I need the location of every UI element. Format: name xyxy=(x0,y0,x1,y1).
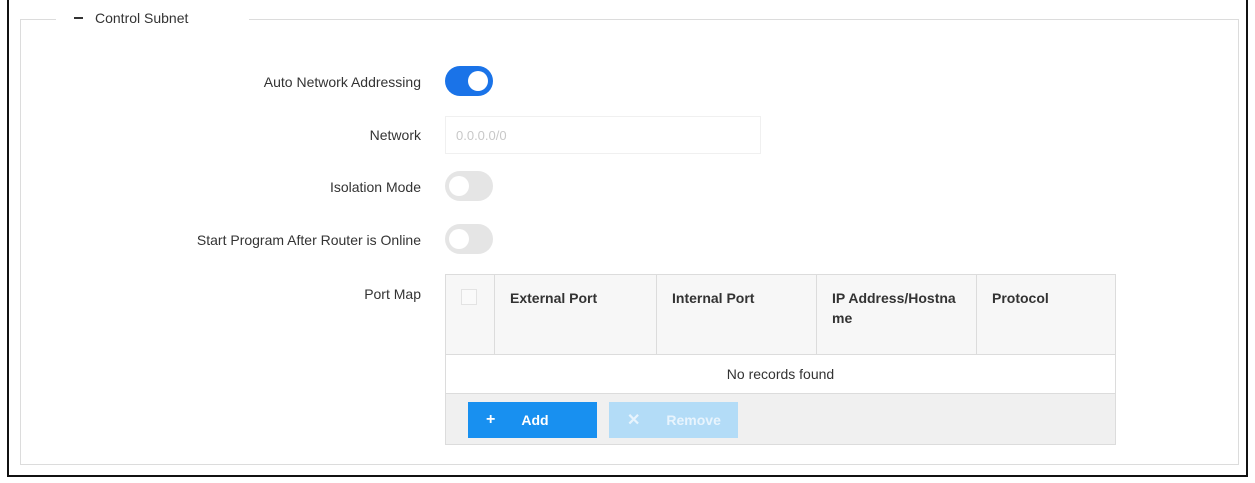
column-header-ip-address[interactable]: IP Address/Hostna me xyxy=(816,275,976,354)
toggle-knob xyxy=(468,71,488,91)
table-footer: + Add ✕ Remove xyxy=(446,394,1115,444)
x-icon: ✕ xyxy=(627,412,641,429)
isolation-mode-toggle[interactable] xyxy=(445,171,493,201)
section-title: Control Subnet xyxy=(95,10,189,26)
isolation-mode-label: Isolation Mode xyxy=(329,179,421,195)
select-all-checkbox[interactable] xyxy=(461,289,477,305)
network-label: Network xyxy=(369,127,421,143)
start-program-label: Start Program After Router is Online xyxy=(196,232,421,248)
start-program-toggle[interactable] xyxy=(445,224,493,254)
minus-icon[interactable] xyxy=(74,17,83,19)
table-header: External Port Internal Port IP Address/H… xyxy=(446,275,1115,355)
section-legend[interactable]: Control Subnet xyxy=(74,10,188,26)
add-button-label: Add xyxy=(521,412,549,428)
port-map-table: External Port Internal Port IP Address/H… xyxy=(445,274,1116,445)
auto-network-toggle[interactable] xyxy=(445,66,493,96)
empty-state: No records found xyxy=(446,355,1115,394)
column-header-protocol[interactable]: Protocol xyxy=(976,275,1115,354)
toggle-knob xyxy=(449,176,469,196)
auto-network-label: Auto Network Addressing xyxy=(263,74,421,90)
add-button[interactable]: + Add xyxy=(468,402,597,438)
remove-button-label: Remove xyxy=(666,412,721,428)
toggle-knob xyxy=(449,229,469,249)
column-header-internal-port[interactable]: Internal Port xyxy=(656,275,816,354)
plus-icon: + xyxy=(486,411,496,428)
remove-button[interactable]: ✕ Remove xyxy=(609,402,738,438)
network-input[interactable] xyxy=(445,116,761,154)
select-all-cell xyxy=(446,275,494,354)
port-map-label: Port Map xyxy=(364,286,421,302)
column-header-external-port[interactable]: External Port xyxy=(494,275,656,354)
